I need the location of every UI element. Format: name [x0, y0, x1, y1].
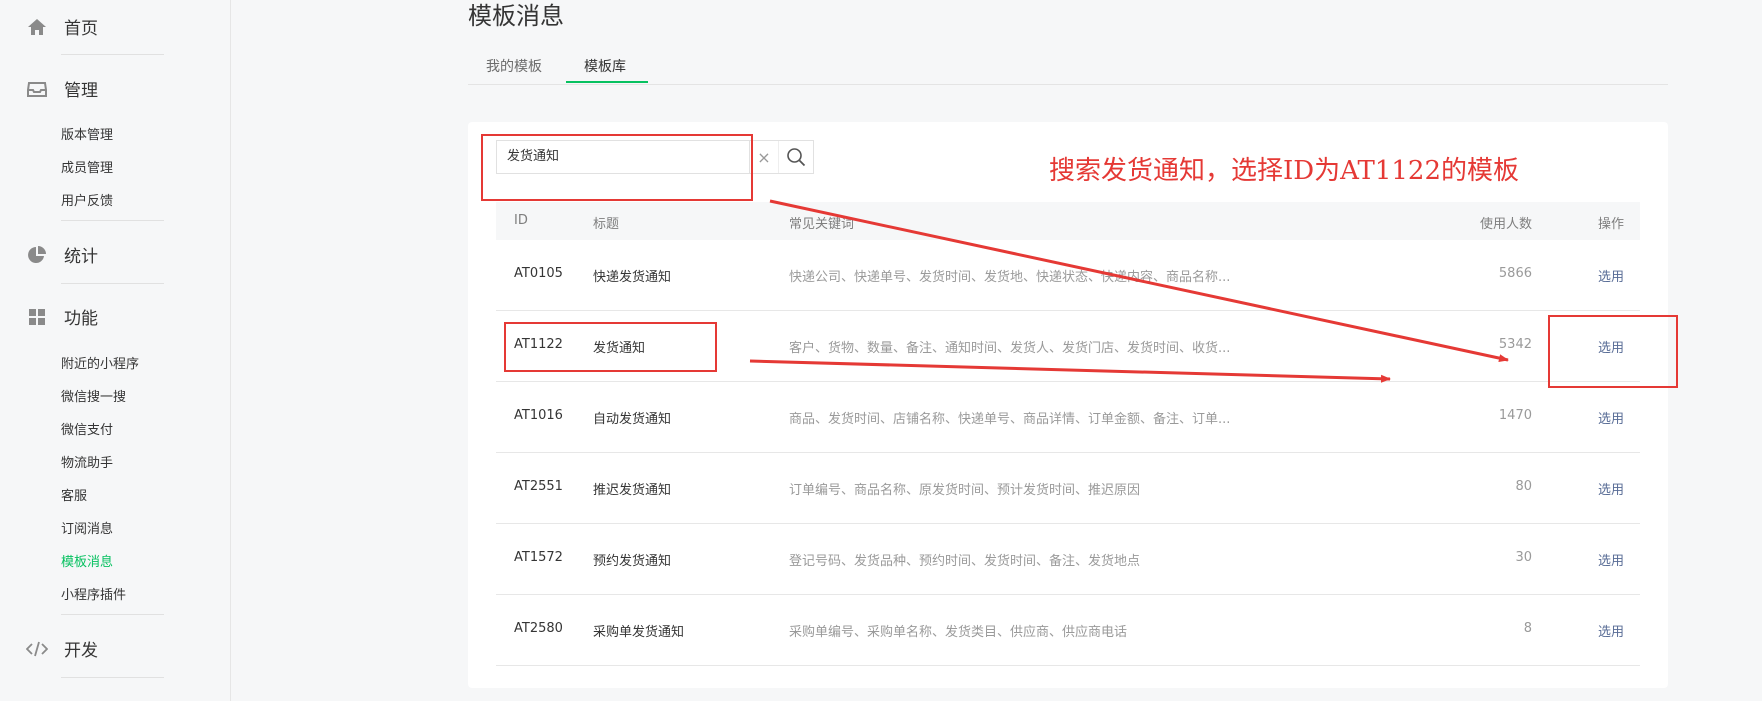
- sidebar-item-members[interactable]: 成员管理: [61, 157, 113, 176]
- inbox-icon: [26, 78, 48, 100]
- sidebar-item-search[interactable]: 微信搜一搜: [61, 386, 126, 405]
- clear-icon[interactable]: ×: [750, 141, 779, 173]
- select-button[interactable]: 选用: [1598, 408, 1624, 427]
- row-id: AT0105: [514, 266, 563, 281]
- row-title: 预约发货通知: [593, 554, 672, 569]
- row-users: 8: [1523, 621, 1532, 636]
- divider: [61, 283, 164, 284]
- row-keywords: 快递公司、快递单号、发货时间、发货地、快递状态、快递内容、商品名称...: [789, 270, 1231, 285]
- table-row: AT1572 预约发货通知 登记号码、发货品种、预约时间、发货时间、备注、发货地…: [496, 524, 1640, 595]
- select-button[interactable]: 选用: [1598, 550, 1624, 569]
- nav-manage-label: 管理: [64, 81, 98, 101]
- row-title: 快递发货通知: [593, 270, 672, 285]
- home-icon: [26, 16, 48, 38]
- sidebar-item-pay[interactable]: 微信支付: [61, 419, 113, 438]
- active-tab-indicator: [566, 81, 648, 83]
- nav-manage[interactable]: 管理: [26, 76, 98, 101]
- sidebar-item-feedback[interactable]: 用户反馈: [61, 190, 113, 209]
- divider: [61, 220, 164, 221]
- row-users: 80: [1515, 479, 1532, 494]
- sidebar-item-nearby[interactable]: 附近的小程序: [61, 353, 139, 372]
- row-users: 5342: [1498, 337, 1532, 352]
- annotation-box-search: [481, 134, 753, 201]
- search-icon[interactable]: [779, 141, 813, 173]
- header-id: ID: [514, 213, 528, 228]
- header-op: 操作: [1597, 217, 1624, 232]
- annotation-box-row: [504, 322, 717, 372]
- row-keywords: 商品、发货时间、店铺名称、快递单号、商品详情、订单金额、备注、订单...: [789, 412, 1231, 427]
- code-icon: [26, 638, 48, 660]
- nav-dev-label: 开发: [64, 641, 98, 661]
- row-id: AT1016: [514, 408, 563, 423]
- nav-features[interactable]: 功能: [26, 304, 98, 329]
- tab-my-templates[interactable]: 我的模板: [486, 56, 542, 76]
- pie-chart-icon: [26, 244, 48, 266]
- header-title: 标题: [593, 217, 620, 232]
- nav-home[interactable]: 首页: [26, 14, 98, 39]
- select-button[interactable]: 选用: [1598, 266, 1624, 285]
- table-row: AT2580 采购单发货通知 采购单编号、采购单名称、发货类目、供应商、供应商电…: [496, 595, 1640, 666]
- row-title: 推迟发货通知: [593, 483, 672, 498]
- annotation-text: 搜索发货通知，选择ID为AT1122的模板: [1049, 156, 1519, 186]
- row-title: 采购单发货通知: [593, 625, 685, 640]
- table-row: AT1016 自动发货通知 商品、发货时间、店铺名称、快递单号、商品详情、订单金…: [496, 382, 1640, 453]
- table-row: AT2551 推迟发货通知 订单编号、商品名称、原发货时间、预计发货时间、推迟原…: [496, 453, 1640, 524]
- sidebar-item-service[interactable]: 客服: [61, 485, 87, 504]
- select-button[interactable]: 选用: [1598, 621, 1624, 640]
- row-keywords: 订单编号、商品名称、原发货时间、预计发货时间、推迟原因: [789, 483, 1141, 498]
- template-table: ID 标题 常见关键词 使用人数 操作 AT0105 快递发货通知 快递公司、快…: [496, 202, 1640, 666]
- row-users: 30: [1515, 550, 1532, 565]
- row-keywords: 客户、货物、数量、备注、通知时间、发货人、发货门店、发货时间、收货...: [789, 341, 1231, 356]
- sidebar-item-subscribe[interactable]: 订阅消息: [61, 518, 113, 537]
- sidebar: 首页 管理 版本管理 成员管理 用户反馈 统计 功能 附近的小程序 微信搜一搜 …: [0, 0, 231, 701]
- grid-icon: [26, 306, 48, 328]
- divider: [61, 614, 164, 615]
- sidebar-item-template[interactable]: 模板消息: [61, 551, 113, 570]
- nav-stats[interactable]: 统计: [26, 242, 98, 267]
- divider: [61, 677, 164, 678]
- sidebar-item-plugin[interactable]: 小程序插件: [61, 584, 126, 603]
- select-button[interactable]: 选用: [1598, 479, 1624, 498]
- row-keywords: 登记号码、发货品种、预约时间、发货时间、备注、发货地点: [789, 554, 1141, 569]
- header-users: 使用人数: [1479, 217, 1532, 232]
- table-header: ID 标题 常见关键词 使用人数 操作: [496, 202, 1640, 240]
- divider: [61, 54, 164, 55]
- search-actions: ×: [750, 140, 814, 174]
- row-id: AT2551: [514, 479, 563, 494]
- annotation-box-select: [1548, 315, 1678, 388]
- template-library-card: 发货通知 × ID 标题 常见关键词 使用人数 操作 AT0105 快递发货通知…: [468, 122, 1668, 688]
- nav-dev[interactable]: 开发: [26, 636, 98, 661]
- row-id: AT1572: [514, 550, 563, 565]
- page-title: 模板消息: [468, 2, 564, 30]
- row-id: AT2580: [514, 621, 563, 636]
- nav-features-label: 功能: [64, 309, 98, 329]
- header-keywords: 常见关键词: [789, 217, 855, 232]
- nav-home-label: 首页: [64, 19, 98, 39]
- tab-template-library[interactable]: 模板库: [584, 56, 626, 76]
- row-users: 5866: [1498, 266, 1532, 281]
- tab-bar: 我的模板 模板库: [468, 46, 1668, 85]
- table-row: AT0105 快递发货通知 快递公司、快递单号、发货时间、发货地、快递状态、快递…: [496, 240, 1640, 311]
- row-keywords: 采购单编号、采购单名称、发货类目、供应商、供应商电话: [789, 625, 1128, 640]
- sidebar-item-version[interactable]: 版本管理: [61, 124, 113, 143]
- sidebar-item-logistics[interactable]: 物流助手: [61, 452, 113, 471]
- row-users: 1470: [1498, 408, 1532, 423]
- nav-stats-label: 统计: [64, 247, 98, 267]
- row-title: 自动发货通知: [593, 412, 672, 427]
